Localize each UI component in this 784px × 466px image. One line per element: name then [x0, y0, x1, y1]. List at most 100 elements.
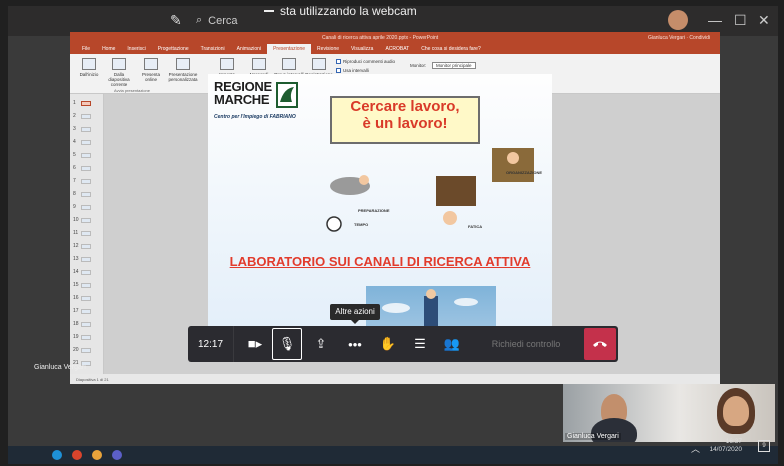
edge-icon[interactable]: [52, 450, 62, 460]
slide-thumbnail[interactable]: [81, 179, 91, 184]
slide-thumb-number: 15: [73, 282, 79, 288]
clock-icon: [326, 216, 342, 232]
stopwatch-icon: [282, 58, 296, 70]
slide-thumbnail[interactable]: [81, 270, 91, 275]
slide-thumbnail[interactable]: [81, 140, 91, 145]
participants-button[interactable]: 👥: [436, 326, 468, 362]
minimize-icon[interactable]: —: [708, 12, 722, 28]
ppt-tab[interactable]: Revisione: [311, 44, 345, 54]
ppt-tab[interactable]: Home: [96, 44, 121, 54]
ppt-tab[interactable]: File: [76, 44, 96, 54]
slide-thumbnail[interactable]: [81, 231, 91, 236]
regional-emblem-icon: [276, 82, 298, 108]
camera-button[interactable]: ■▸: [238, 326, 272, 362]
firefox-icon[interactable]: [92, 450, 102, 460]
from-current-button[interactable]: Dalla diapositiva corrente: [104, 58, 134, 87]
cam-name-label: Gianluca Vergari: [565, 433, 621, 440]
close-icon[interactable]: ✕: [758, 12, 770, 29]
ppt-tab[interactable]: Visualizza: [345, 44, 379, 54]
slide-thumbnail[interactable]: [81, 283, 91, 288]
ppt-tab[interactable]: Inserisci: [121, 44, 151, 54]
ppt-tab[interactable]: Progettazione: [152, 44, 195, 54]
compose-icon[interactable]: ✎: [170, 12, 182, 29]
share-tray-button[interactable]: ⇪: [306, 326, 336, 362]
center-name: Centro per l'Impiego di FABRIANO: [214, 114, 296, 120]
globe-icon: [144, 58, 158, 70]
slide-thumb-number: 16: [73, 295, 79, 301]
phone-hangup-icon: [593, 341, 607, 347]
tray-chevron-icon[interactable]: ︿: [691, 442, 700, 455]
present-online-button[interactable]: Presenta online: [136, 58, 166, 82]
record-icon: [312, 58, 326, 70]
slogan-box: Cercare lavoro, è un lavoro!: [330, 96, 480, 144]
request-control-button[interactable]: Richiedi controllo: [470, 326, 582, 362]
slide-thumb-number: 8: [73, 191, 76, 197]
slide-thumbnail[interactable]: [81, 166, 91, 171]
slide-thumb-number: 2: [73, 113, 76, 119]
monitor-select[interactable]: Monitor principale: [432, 62, 476, 69]
slide-thumbnail[interactable]: [81, 322, 91, 327]
self-video[interactable]: Gianluca Vergari: [563, 384, 775, 442]
slideshow-icon: [82, 58, 96, 70]
teams-app-icon[interactable]: [112, 450, 122, 460]
video-camera-icon: ■▸: [247, 336, 263, 351]
slide-thumb-number: 13: [73, 256, 79, 262]
webcam-notice: sta utilizzando la webcam: [258, 6, 423, 18]
slide-thumbnail[interactable]: [81, 257, 91, 262]
ppt-tab[interactable]: Presentazione: [267, 44, 312, 54]
taskbar-apps: [52, 450, 122, 460]
slide-thumbnail[interactable]: [81, 218, 91, 223]
carrying-box-icon: [436, 176, 476, 206]
raise-hand-button[interactable]: ✋: [372, 326, 404, 362]
narration-checkbox[interactable]: Riproduci commenti audio: [336, 59, 395, 64]
slide-thumb-number: 10: [73, 217, 79, 223]
slide-thumb-number: 1: [73, 100, 76, 106]
slide-thumb-number: 19: [73, 334, 79, 340]
presenter-label: Gianluca Vergari: [34, 364, 86, 371]
chat-button[interactable]: ☰: [404, 326, 436, 362]
slide-thumbnail[interactable]: [81, 348, 91, 353]
slide-thumbnail[interactable]: [81, 205, 91, 210]
slogan-line2: è un lavoro!: [362, 115, 448, 132]
regione-marche-logo: REGIONE MARCHE: [214, 80, 302, 112]
ppt-tab[interactable]: ACROBAT: [379, 44, 415, 54]
ppt-tab[interactable]: Animazioni: [231, 44, 267, 54]
user-avatar[interactable]: [668, 10, 688, 30]
slide-thumbnail[interactable]: [81, 114, 91, 119]
search-box[interactable]: ⌕ Cerca: [196, 14, 238, 27]
maximize-icon[interactable]: ☐: [734, 12, 747, 29]
slide-thumbnail[interactable]: [81, 101, 91, 106]
slide-thumb-number: 4: [73, 139, 76, 145]
slide-thumbnail[interactable]: [81, 153, 91, 158]
slide-thumbnail[interactable]: [81, 192, 91, 197]
slide-thumbnail[interactable]: [81, 127, 91, 132]
slide-thumbnail[interactable]: [81, 309, 91, 314]
slide: REGIONE MARCHE Centro per l'Impiego di F…: [208, 74, 552, 344]
chrome-icon[interactable]: [72, 450, 82, 460]
timings-checkbox[interactable]: Usa intervalli: [336, 68, 369, 73]
slide-thumbnail[interactable]: [81, 296, 91, 301]
group-start-label: Avvia presentazione: [114, 88, 150, 93]
slide-thumbnails[interactable]: 1 2 3 4 5 6 7 8 9 10 11 12 13 14 15 16 17 18 19 20 21: [70, 94, 104, 374]
taskbar-clock[interactable]: 16:37 14/07/2020: [709, 438, 742, 454]
notification-center-icon[interactable]: 9: [758, 440, 770, 452]
clock-date: 14/07/2020: [709, 446, 742, 453]
job-search-cartoon: [326, 148, 534, 232]
microphone-button[interactable]: 🎙: [272, 328, 302, 360]
slide-thumbnail[interactable]: [81, 244, 91, 249]
slide-thumb-number: 17: [73, 308, 79, 314]
ppt-tab[interactable]: Transizioni: [195, 44, 231, 54]
slogan-line1: Cercare lavoro,: [350, 98, 460, 115]
share-button[interactable]: Condividi: [689, 35, 710, 41]
custom-show-button[interactable]: Presentazione personalizzata: [168, 58, 198, 82]
label-time: TEMPO: [354, 222, 369, 227]
hang-up-button[interactable]: [584, 328, 616, 360]
search-placeholder: Cerca: [208, 14, 238, 27]
slide-thumb-number: 14: [73, 269, 79, 275]
checkbox-icon: [336, 59, 341, 64]
label-organization: ORGANIZZAZIONE: [506, 170, 542, 175]
ppt-tab[interactable]: Che cosa si desidera fare?: [415, 44, 486, 54]
from-start-button[interactable]: Dall'inizio: [74, 58, 104, 77]
more-actions-button[interactable]: •••: [338, 326, 372, 362]
slide-thumbnail[interactable]: [81, 335, 91, 340]
